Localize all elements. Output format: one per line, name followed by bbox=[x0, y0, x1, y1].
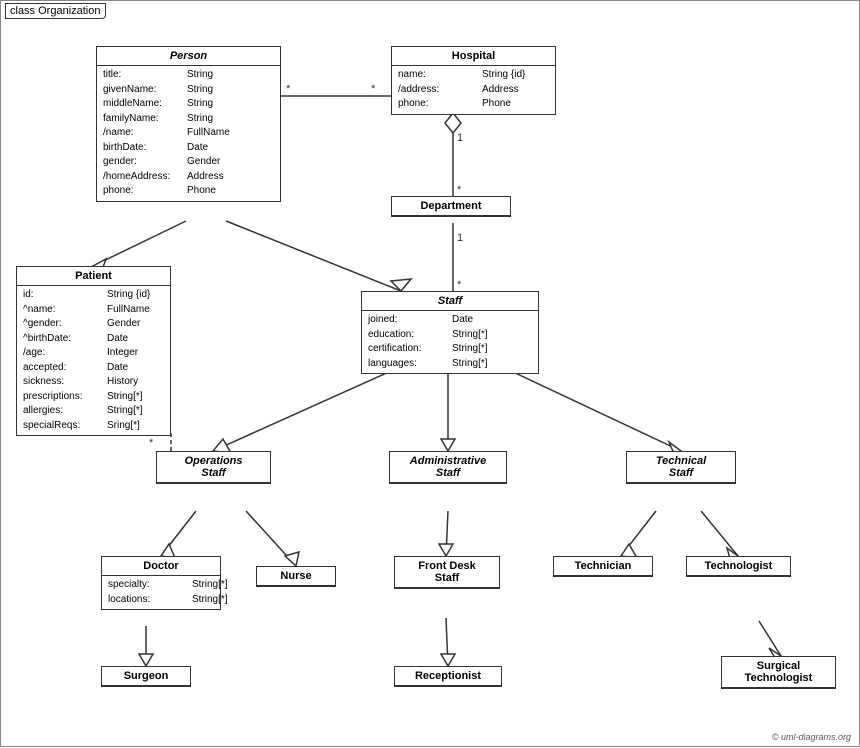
class-operations-staff: OperationsStaff bbox=[156, 451, 271, 484]
class-receptionist: Receptionist bbox=[394, 666, 502, 687]
class-nurse: Nurse bbox=[256, 566, 336, 587]
class-person-body: title:String givenName:String middleName… bbox=[97, 66, 280, 201]
class-technician-title: Technician bbox=[554, 557, 652, 576]
svg-text:*: * bbox=[149, 437, 154, 449]
class-patient-title: Patient bbox=[17, 267, 170, 286]
class-hospital-title: Hospital bbox=[392, 47, 555, 66]
class-nurse-title: Nurse bbox=[257, 567, 335, 586]
class-front-desk-staff-title: Front DeskStaff bbox=[395, 557, 499, 588]
class-receptionist-title: Receptionist bbox=[395, 667, 501, 686]
class-department-title: Department bbox=[392, 197, 510, 216]
class-surgical-technologist-title: SurgicalTechnologist bbox=[722, 657, 835, 688]
class-patient: Patient id:String {id} ^name:FullName ^g… bbox=[16, 266, 171, 436]
class-technical-staff-title: TechnicalStaff bbox=[627, 452, 735, 483]
class-department: Department bbox=[391, 196, 511, 217]
class-operations-staff-title: OperationsStaff bbox=[157, 452, 270, 483]
class-hospital: Hospital name:String {id} /address:Addre… bbox=[391, 46, 556, 115]
svg-text:*: * bbox=[457, 279, 462, 291]
svg-text:1: 1 bbox=[457, 232, 463, 244]
class-technologist-title: Technologist bbox=[687, 557, 790, 576]
svg-text:*: * bbox=[371, 83, 376, 95]
class-surgeon-title: Surgeon bbox=[102, 667, 190, 686]
class-front-desk-staff: Front DeskStaff bbox=[394, 556, 500, 589]
svg-text:*: * bbox=[457, 184, 462, 196]
svg-text:1: 1 bbox=[457, 132, 463, 144]
class-technologist: Technologist bbox=[686, 556, 791, 577]
copyright: © uml-diagrams.org bbox=[772, 732, 851, 742]
svg-text:*: * bbox=[286, 83, 291, 95]
class-technical-staff: TechnicalStaff bbox=[626, 451, 736, 484]
class-surgical-technologist: SurgicalTechnologist bbox=[721, 656, 836, 689]
class-staff: Staff joined:Date education:String[*] ce… bbox=[361, 291, 539, 374]
class-surgeon: Surgeon bbox=[101, 666, 191, 687]
class-technician: Technician bbox=[553, 556, 653, 577]
class-patient-body: id:String {id} ^name:FullName ^gender:Ge… bbox=[17, 286, 170, 435]
class-doctor-body: specialty:String[*] locations:String[*] bbox=[102, 576, 220, 609]
class-admin-staff: AdministrativeStaff bbox=[389, 451, 507, 484]
class-person-title: Person bbox=[97, 47, 280, 66]
diagram-title: class Organization bbox=[5, 3, 106, 19]
class-staff-body: joined:Date education:String[*] certific… bbox=[362, 311, 538, 373]
class-admin-staff-title: AdministrativeStaff bbox=[390, 452, 506, 483]
class-doctor-title: Doctor bbox=[102, 557, 220, 576]
class-person: Person title:String givenName:String mid… bbox=[96, 46, 281, 202]
diagram-container: class Organization * * 1 * 1 * bbox=[0, 0, 860, 747]
class-staff-title: Staff bbox=[362, 292, 538, 311]
class-hospital-body: name:String {id} /address:Address phone:… bbox=[392, 66, 555, 114]
class-doctor: Doctor specialty:String[*] locations:Str… bbox=[101, 556, 221, 610]
